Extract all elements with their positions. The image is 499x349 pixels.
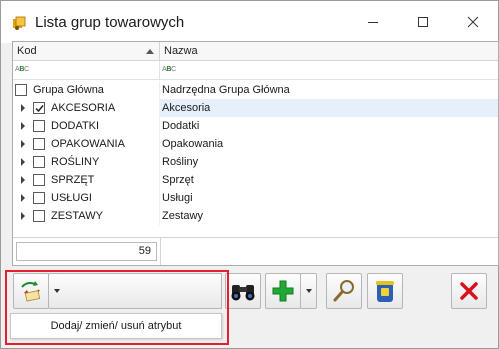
toolbar-strip (64, 273, 222, 309)
binoculars-icon (231, 285, 255, 301)
red-x-icon (460, 282, 478, 300)
maximize-button[interactable] (406, 9, 440, 35)
table-row[interactable]: SPRZĘT Sprzęt (13, 171, 498, 189)
expand-arrow-icon[interactable] (21, 122, 25, 130)
expand-arrow-icon[interactable] (21, 212, 25, 220)
sort-ascending-icon (146, 49, 154, 54)
minimize-icon (368, 22, 378, 23)
find-button[interactable] (225, 273, 261, 309)
row-kod: Grupa Główna (33, 84, 104, 96)
footer-divider (13, 237, 498, 238)
minimize-button[interactable] (356, 9, 390, 35)
attribute-button[interactable] (13, 273, 49, 309)
attribute-dropdown-menu: Dodaj/ zmień/ usuń atrybut (10, 313, 222, 339)
row-nazwa: Zestawy (162, 210, 203, 222)
table-row[interactable]: DODATKI Dodatki (13, 117, 498, 135)
cell-kod: USŁUGI (13, 189, 160, 207)
row-nazwa: Usługi (162, 192, 193, 204)
filter-cell-kod[interactable]: ABC (13, 61, 160, 80)
trash-icon (376, 281, 394, 302)
row-checkbox[interactable] (33, 192, 45, 204)
menu-item-add-change-remove-attribute[interactable]: Dodaj/ zmień/ usuń atrybut (11, 314, 221, 338)
app-icon (13, 16, 26, 30)
table-row[interactable]: AKCESORIA Akcesoria (13, 99, 498, 117)
row-kod: USŁUGI (51, 192, 92, 204)
window: Lista grup towarowych Kod Nazwa ABC ABC … (0, 0, 499, 349)
groups-grid: Kod Nazwa ABC ABC Grupa Główna Nadrzędna … (12, 41, 499, 266)
row-checkbox[interactable] (33, 102, 45, 114)
column-header-nazwa[interactable]: Nazwa (160, 42, 498, 61)
row-checkbox[interactable] (33, 120, 45, 132)
row-checkbox[interactable] (33, 156, 45, 168)
chevron-down-icon (53, 289, 60, 293)
check-icon (35, 105, 44, 113)
text-filter-icon: ABC (162, 66, 176, 73)
window-title: Lista grup towarowych (35, 14, 185, 31)
row-checkbox[interactable] (33, 210, 45, 222)
table-row[interactable]: ROŚLINY Rośliny (13, 153, 498, 171)
row-checkbox[interactable] (15, 84, 27, 96)
row-nazwa: Dodatki (162, 120, 200, 132)
filter-cell-nazwa[interactable]: ABC (160, 61, 498, 80)
column-header-kod[interactable]: Kod (13, 42, 160, 61)
row-kod: ZESTAWY (51, 210, 103, 222)
magnifier-icon (333, 280, 354, 302)
cell-kod: AKCESORIA (13, 99, 160, 117)
attribute-icon (21, 281, 41, 302)
row-nazwa: Sprzęt (162, 174, 194, 186)
row-kod: OPAKOWANIA (51, 138, 125, 150)
cell-kod: ZESTAWY (13, 207, 160, 225)
row-nazwa: Opakowania (162, 138, 224, 150)
close-icon (467, 16, 479, 28)
chevron-down-icon (305, 289, 312, 293)
footer-column-divider (160, 237, 161, 265)
cell-kod: Grupa Główna (13, 81, 160, 99)
expand-arrow-icon[interactable] (21, 158, 25, 166)
expand-arrow-icon[interactable] (21, 194, 25, 202)
plus-icon (272, 280, 294, 302)
table-row[interactable]: Grupa Główna Nadrzędna Grupa Główna (13, 81, 498, 99)
row-kod: SPRZĘT (51, 174, 95, 186)
preview-button[interactable] (326, 273, 362, 309)
record-count: 59 (16, 242, 157, 261)
row-nazwa: Akcesoria (160, 99, 498, 117)
row-kod: ROŚLINY (51, 156, 100, 168)
table-row[interactable]: OPAKOWANIA Opakowania (13, 135, 498, 153)
column-header-kod-label: Kod (17, 45, 37, 57)
cell-kod: ROŚLINY (13, 153, 160, 171)
row-nazwa: Nadrzędna Grupa Główna (162, 84, 290, 96)
attribute-dropdown-button[interactable] (48, 273, 65, 309)
table-row[interactable]: USŁUGI Usługi (13, 189, 498, 207)
row-checkbox[interactable] (33, 174, 45, 186)
maximize-icon (418, 17, 428, 27)
cell-kod: OPAKOWANIA (13, 135, 160, 153)
close-button[interactable] (451, 273, 487, 309)
row-kod: DODATKI (51, 120, 100, 132)
text-filter-icon: ABC (15, 66, 29, 73)
expand-arrow-icon[interactable] (21, 104, 25, 112)
cell-kod: SPRZĘT (13, 171, 160, 189)
cell-kod: DODATKI (13, 117, 160, 135)
add-button[interactable] (265, 273, 301, 309)
column-header-nazwa-label: Nazwa (164, 45, 198, 57)
row-kod: AKCESORIA (51, 102, 116, 114)
row-checkbox[interactable] (33, 138, 45, 150)
row-nazwa: Rośliny (162, 156, 199, 168)
delete-button[interactable] (367, 273, 403, 309)
expand-arrow-icon[interactable] (21, 176, 25, 184)
close-window-button[interactable] (456, 9, 490, 35)
add-dropdown-button[interactable] (300, 273, 317, 309)
table-row[interactable]: ZESTAWY Zestawy (13, 207, 498, 225)
title-bar: Lista grup towarowych (1, 1, 498, 43)
expand-arrow-icon[interactable] (21, 140, 25, 148)
